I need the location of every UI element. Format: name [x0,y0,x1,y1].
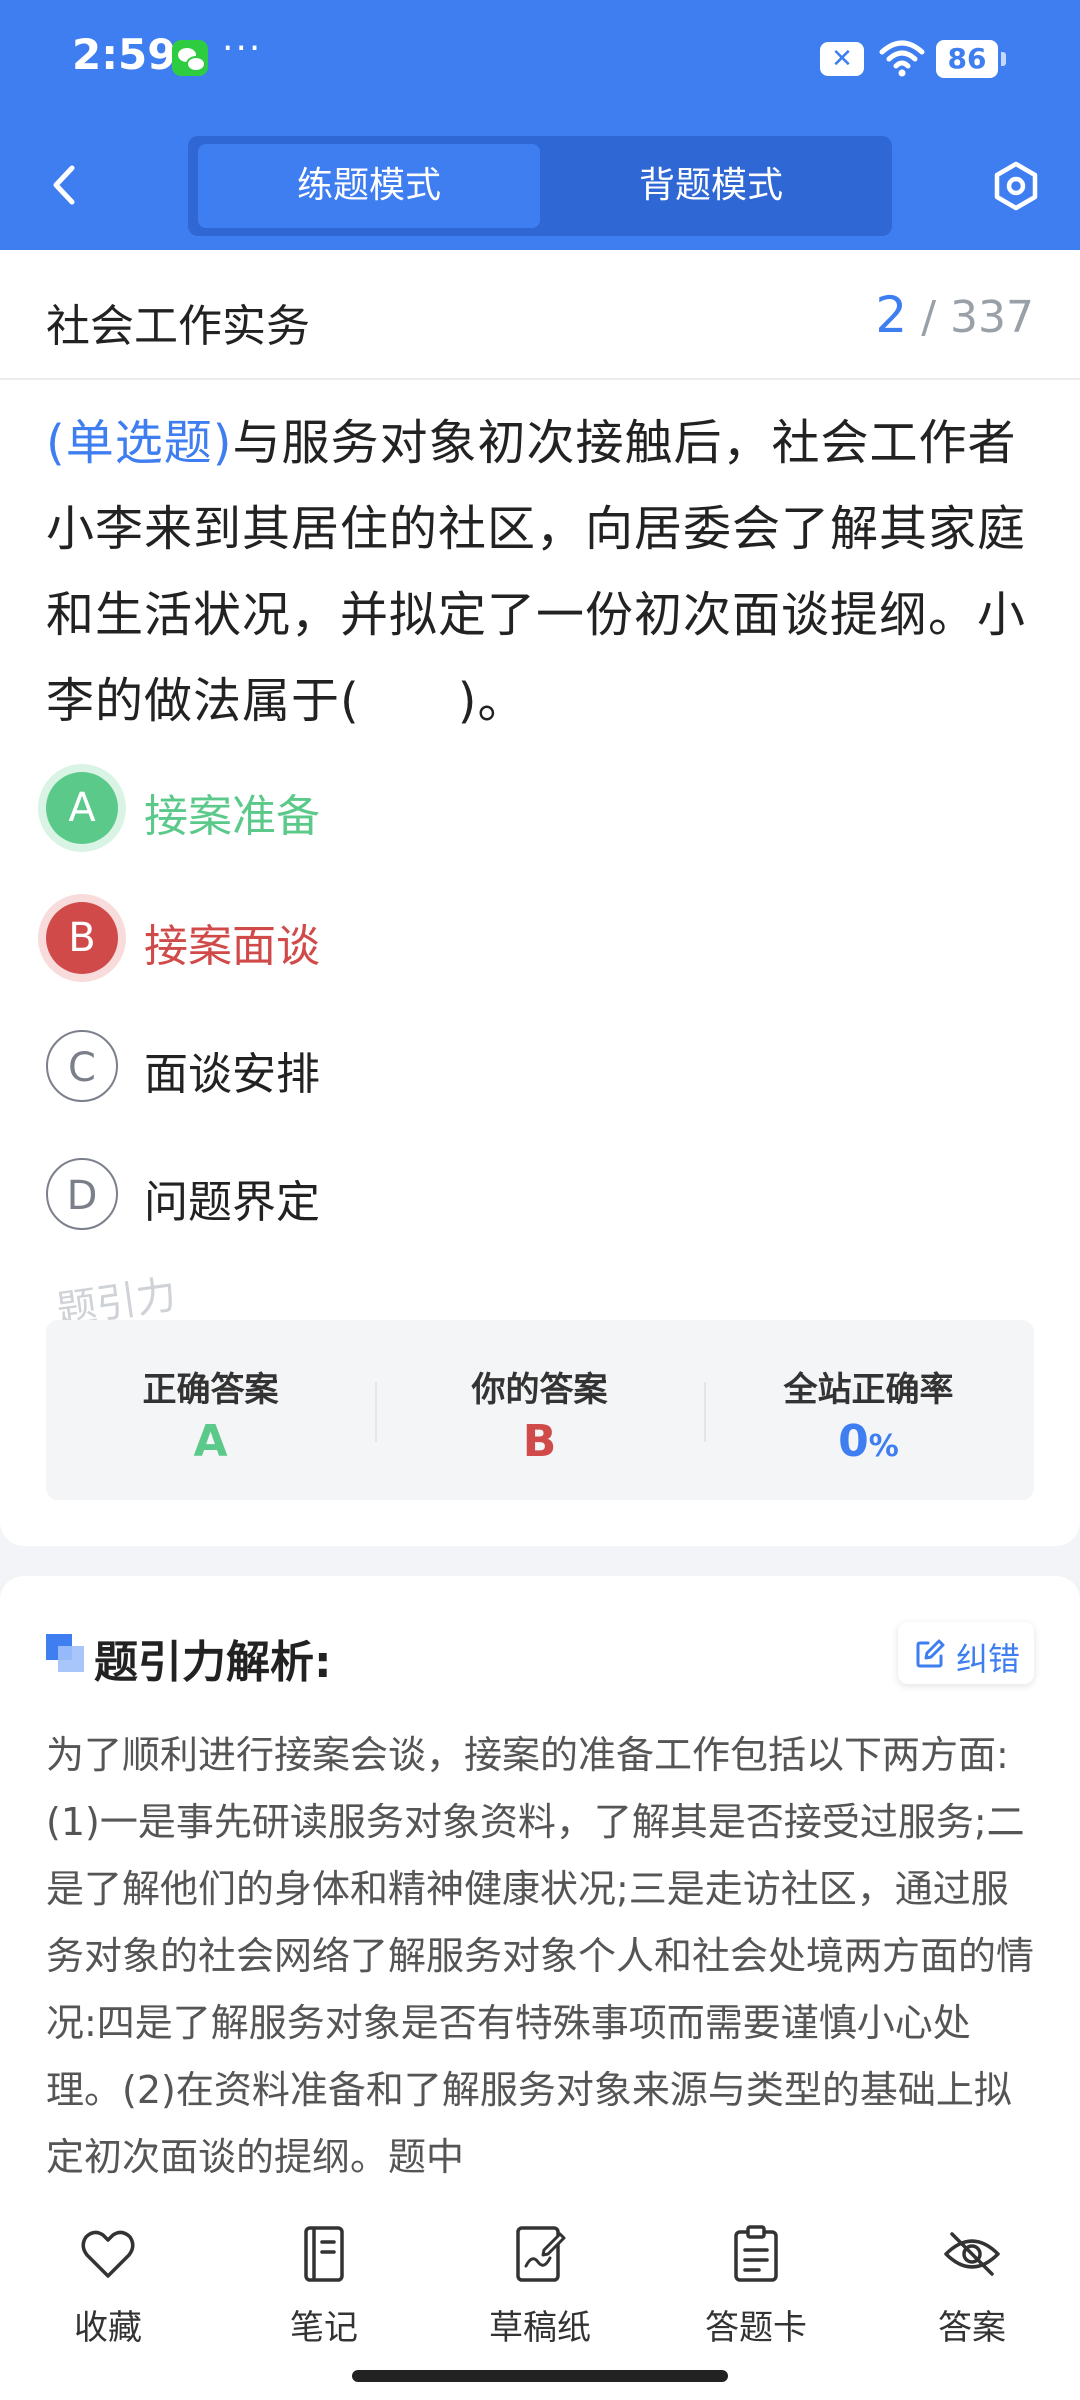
option-text: 接案准备 [144,791,320,842]
notebook-icon [304,2226,344,2282]
stat-value: 0% [704,1416,1033,1467]
question-card: 社会工作实务 2 / 337 (单选题)与服务对象初次接触后，社会工作者小李来到… [0,250,1080,1546]
draft-icon [516,2226,566,2282]
edit-icon [916,1639,945,1668]
stat-label: 正确答案 [142,1370,279,1410]
nav-label: 草稿纸 [489,2308,591,2348]
rate-unit: % [868,1429,899,1464]
status-time: 2:59 [72,30,177,79]
option-b[interactable]: B 接案面谈 [46,902,846,978]
option-text: 面谈安排 [144,1049,320,1100]
home-indicator[interactable] [352,2370,728,2382]
nav-label: 答案 [938,2308,1006,2348]
wifi-icon [879,40,925,77]
option-letter-circle: B [46,902,118,974]
question-progress: 2 / 337 [875,286,1034,344]
clipboard-icon [734,2225,778,2282]
option-letter-circle: A [46,772,118,844]
progress-total: / 337 [921,292,1034,343]
back-arrow-icon[interactable] [40,160,90,210]
mode-toggle: 练题模式 背题模式 [188,136,892,236]
rate-number: 0 [838,1416,869,1467]
tab-memorize-mode[interactable]: 背题模式 [540,144,882,228]
option-d[interactable]: D 问题界定 [46,1158,846,1234]
heart-icon [81,2230,135,2278]
option-letter-circle: D [46,1158,118,1230]
more-notifications-icon: ··· [222,28,263,69]
option-text: 问题界定 [144,1177,320,1228]
wechat-icon [172,40,208,76]
option-text: 接案面谈 [144,921,320,972]
top-header: 2:59 ··· ✕ 86 练题模式 背题模式 [0,0,1080,250]
nav-label: 收藏 [74,2308,142,2348]
answer-stats-panel: 正确答案 A 你的答案 B 全站正确率 0% [46,1320,1034,1500]
stat-value: B [522,1416,557,1467]
nav-label: 答题卡 [705,2308,807,2348]
progress-current: 2 [875,286,908,344]
nav-label: 笔记 [290,2308,358,2348]
stat-label: 全站正确率 [783,1370,954,1410]
nav-answer-sheet[interactable]: 答题卡 [676,2224,836,2374]
analysis-title: 题引力解析: [94,1637,332,1688]
nav-notes[interactable]: 笔记 [244,2224,404,2374]
nav-show-answer[interactable]: 答案 [892,2224,1052,2374]
analysis-text: 为了顺利进行接案会谈，接案的准备工作包括以下两方面:(1)一是事先研读服务对象资… [46,1733,1035,2179]
question-type: (单选题) [46,415,233,471]
close-badge-icon: ✕ [820,42,864,76]
analysis-card: 题引力解析: 纠错 为了顺利进行接案会谈，接案的准备工作包括以下两方面:(1)一… [0,1576,1080,2226]
stat-your-answer: 你的答案 B [375,1320,704,1500]
question-stem: (单选题)与服务对象初次接触后，社会工作者小李来到其居住的社区，向居委会了解其家… [46,400,1036,744]
stat-value: A [193,1416,228,1467]
status-bar: 2:59 ··· ✕ 86 [0,0,1080,120]
settings-hexagon-icon[interactable] [990,160,1042,212]
analysis-squares-icon [46,1634,86,1674]
stat-label: 你的答案 [471,1370,608,1410]
option-letter-circle: C [46,1030,118,1102]
option-a[interactable]: A 接案准备 [46,772,846,848]
option-c[interactable]: C 面谈安排 [46,1030,846,1106]
divider [0,378,1080,380]
subject-title: 社会工作实务 [46,301,310,352]
stat-accuracy-rate: 全站正确率 0% [704,1320,1033,1500]
report-error-label: 纠错 [956,1640,1021,1678]
stat-correct-answer: 正确答案 A [46,1320,375,1500]
nav-draft[interactable]: 草稿纸 [460,2224,620,2374]
report-error-button[interactable]: 纠错 [898,1622,1034,1684]
nav-favorite[interactable]: 收藏 [28,2224,188,2374]
battery-indicator: 86 [936,40,1006,78]
eye-off-icon [944,2232,1000,2276]
tab-practice-mode[interactable]: 练题模式 [198,144,540,228]
